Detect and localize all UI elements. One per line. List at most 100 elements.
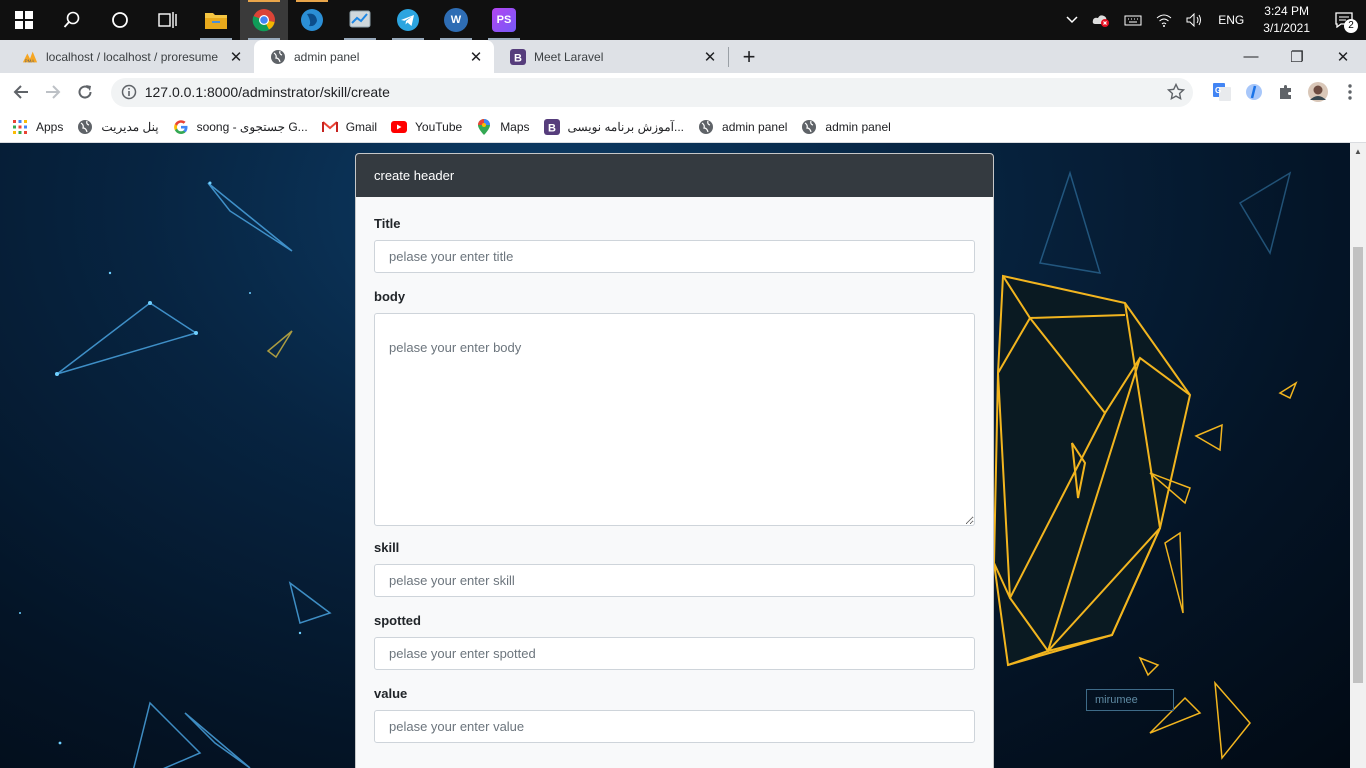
speaker-icon <box>1186 13 1202 27</box>
bookmark-apps[interactable]: Apps <box>12 119 63 135</box>
apps-grid-icon <box>12 119 28 135</box>
spotted-input[interactable] <box>374 637 975 670</box>
profile-button[interactable] <box>1302 76 1334 108</box>
svg-text:B: B <box>548 122 556 134</box>
browser-toolbar: 127.0.0.1:8000/adminstrator/skill/create… <box>0 73 1366 111</box>
address-bar[interactable]: 127.0.0.1:8000/adminstrator/skill/create <box>110 77 1193 107</box>
extension-blue[interactable] <box>1238 76 1270 108</box>
bookmark-youtube[interactable]: YouTube <box>391 119 462 135</box>
taskbar-app-gray[interactable] <box>336 0 384 40</box>
taskbar-app-blue[interactable] <box>288 0 336 40</box>
notification-count-badge: 2 <box>1344 19 1358 33</box>
svg-text:B: B <box>514 52 522 64</box>
chevron-up-icon <box>1066 16 1078 24</box>
tray-date: 3/1/2021 <box>1263 21 1310 35</box>
taskbar-app-file-explorer[interactable] <box>192 0 240 40</box>
close-icon[interactable]: ✕ <box>228 49 244 66</box>
google-translate-extension[interactable]: G <box>1207 76 1239 108</box>
phpmyadmin-icon: PMA <box>22 49 38 65</box>
bootstrap-icon: B <box>510 48 526 65</box>
restore-button[interactable]: ❐ <box>1274 40 1320 73</box>
tray-volume-button[interactable] <box>1179 0 1211 40</box>
window-controls: — ❐ ✕ <box>1228 40 1366 73</box>
page-scrollbar[interactable]: ▲ <box>1350 143 1366 768</box>
minimize-button[interactable]: — <box>1228 40 1274 73</box>
body-textarea[interactable] <box>374 313 975 526</box>
extensions-button[interactable] <box>1270 76 1302 108</box>
value-input[interactable] <box>374 710 975 743</box>
puzzle-icon <box>1280 85 1292 99</box>
bookmark-label: Maps <box>500 119 530 134</box>
tab-meet-laravel[interactable]: B Meet Laravel ✕ <box>494 40 728 73</box>
bookmark-admin-fa[interactable]: پنل مدیریت <box>77 119 159 135</box>
taskbar-app-chrome[interactable] <box>240 0 288 40</box>
tab-phpmyadmin[interactable]: PMA localhost / localhost / proresume ✕ <box>6 40 254 73</box>
bookmark-programming-course[interactable]: B آموزش برنامه نویسی... <box>543 118 685 135</box>
star-icon[interactable] <box>1166 83 1185 101</box>
scrollbar-thumb[interactable] <box>1353 247 1363 683</box>
google-icon <box>173 119 189 135</box>
avatar <box>1308 82 1329 102</box>
bookmark-maps[interactable]: Maps <box>476 118 530 135</box>
forward-button[interactable] <box>37 76 69 108</box>
title-label: Title <box>374 216 401 231</box>
title-input[interactable] <box>374 240 975 273</box>
tray-wifi-button[interactable] <box>1149 0 1179 40</box>
info-icon[interactable] <box>121 84 137 100</box>
arrow-right-icon <box>45 85 61 99</box>
task-view-icon <box>158 12 177 28</box>
bookmark-admin-panel-2[interactable]: admin panel <box>801 119 891 135</box>
tray-overflow-button[interactable] <box>1059 0 1085 40</box>
arrow-left-icon <box>13 85 28 99</box>
svg-text:PMA: PMA <box>25 58 35 63</box>
bookmarks-bar: Apps پنل مدیریت soong - جستجوی G... Gmai… <box>0 111 1366 143</box>
search-icon <box>63 11 80 28</box>
tray-onedrive-button[interactable] <box>1085 0 1117 40</box>
taskbar-app-telegram[interactable] <box>384 0 432 40</box>
taskbar-app-phpstorm[interactable]: PS <box>480 0 528 40</box>
value-label: value <box>374 686 408 701</box>
task-view-button[interactable] <box>144 0 192 40</box>
bookmark-admin-panel-1[interactable]: admin panel <box>698 119 787 135</box>
new-tab-button[interactable]: + <box>735 40 763 73</box>
reload-button[interactable] <box>69 76 101 108</box>
svg-text:G: G <box>1215 86 1221 95</box>
app-gray-icon <box>349 10 371 28</box>
tab-admin-panel[interactable]: admin panel ✕ <box>254 40 494 73</box>
watermark: mirumee <box>1086 689 1174 711</box>
chrome-menu-button[interactable] <box>1334 76 1366 108</box>
tray-language[interactable]: ENG <box>1211 0 1251 40</box>
globe-icon <box>801 119 817 135</box>
bookmark-label: آموزش برنامه نویسی... <box>567 119 685 134</box>
search-button[interactable] <box>48 0 96 40</box>
bookmark-gmail[interactable]: Gmail <box>321 119 377 135</box>
back-button[interactable] <box>5 76 37 108</box>
tray-keyboard-button[interactable] <box>1117 0 1149 40</box>
tray-clock[interactable]: 3:24 PM 3/1/2021 <box>1251 3 1322 37</box>
tab-title: Meet Laravel <box>534 49 604 64</box>
more-vertical-icon <box>1348 84 1352 100</box>
phpstorm-icon: PS <box>492 8 516 32</box>
reload-icon <box>78 85 92 99</box>
skill-label: skill <box>374 540 400 555</box>
cortana-button[interactable] <box>96 0 144 40</box>
globe-icon <box>698 119 714 135</box>
skill-input[interactable] <box>374 564 975 597</box>
action-center-button[interactable]: 2 <box>1322 0 1366 40</box>
close-icon[interactable]: ✕ <box>702 49 718 66</box>
start-button[interactable] <box>0 0 48 40</box>
create-form-card: create header Title body skill spotted v… <box>355 153 994 768</box>
windows-taskbar: W PS ENG 3:24 PM 3/1/2021 2 <box>0 0 1366 40</box>
bookmark-label: soong - جستجوی G... <box>196 119 308 134</box>
url-text: 127.0.0.1:8000/adminstrator/skill/create <box>144 84 390 100</box>
bookmark-google-search[interactable]: soong - جستجوی G... <box>173 119 308 135</box>
taskbar-app-wamp[interactable]: W <box>432 0 480 40</box>
bookmark-label: Apps <box>36 119 64 134</box>
scroll-up-arrow-icon[interactable]: ▲ <box>1354 147 1362 156</box>
globe-icon <box>270 49 286 65</box>
close-icon[interactable]: ✕ <box>468 49 484 66</box>
card-body: Title body skill spotted value <box>356 197 993 743</box>
bookmark-label: admin panel <box>722 119 788 134</box>
translate-icon: G <box>1213 83 1232 101</box>
close-window-button[interactable]: ✕ <box>1320 40 1366 73</box>
